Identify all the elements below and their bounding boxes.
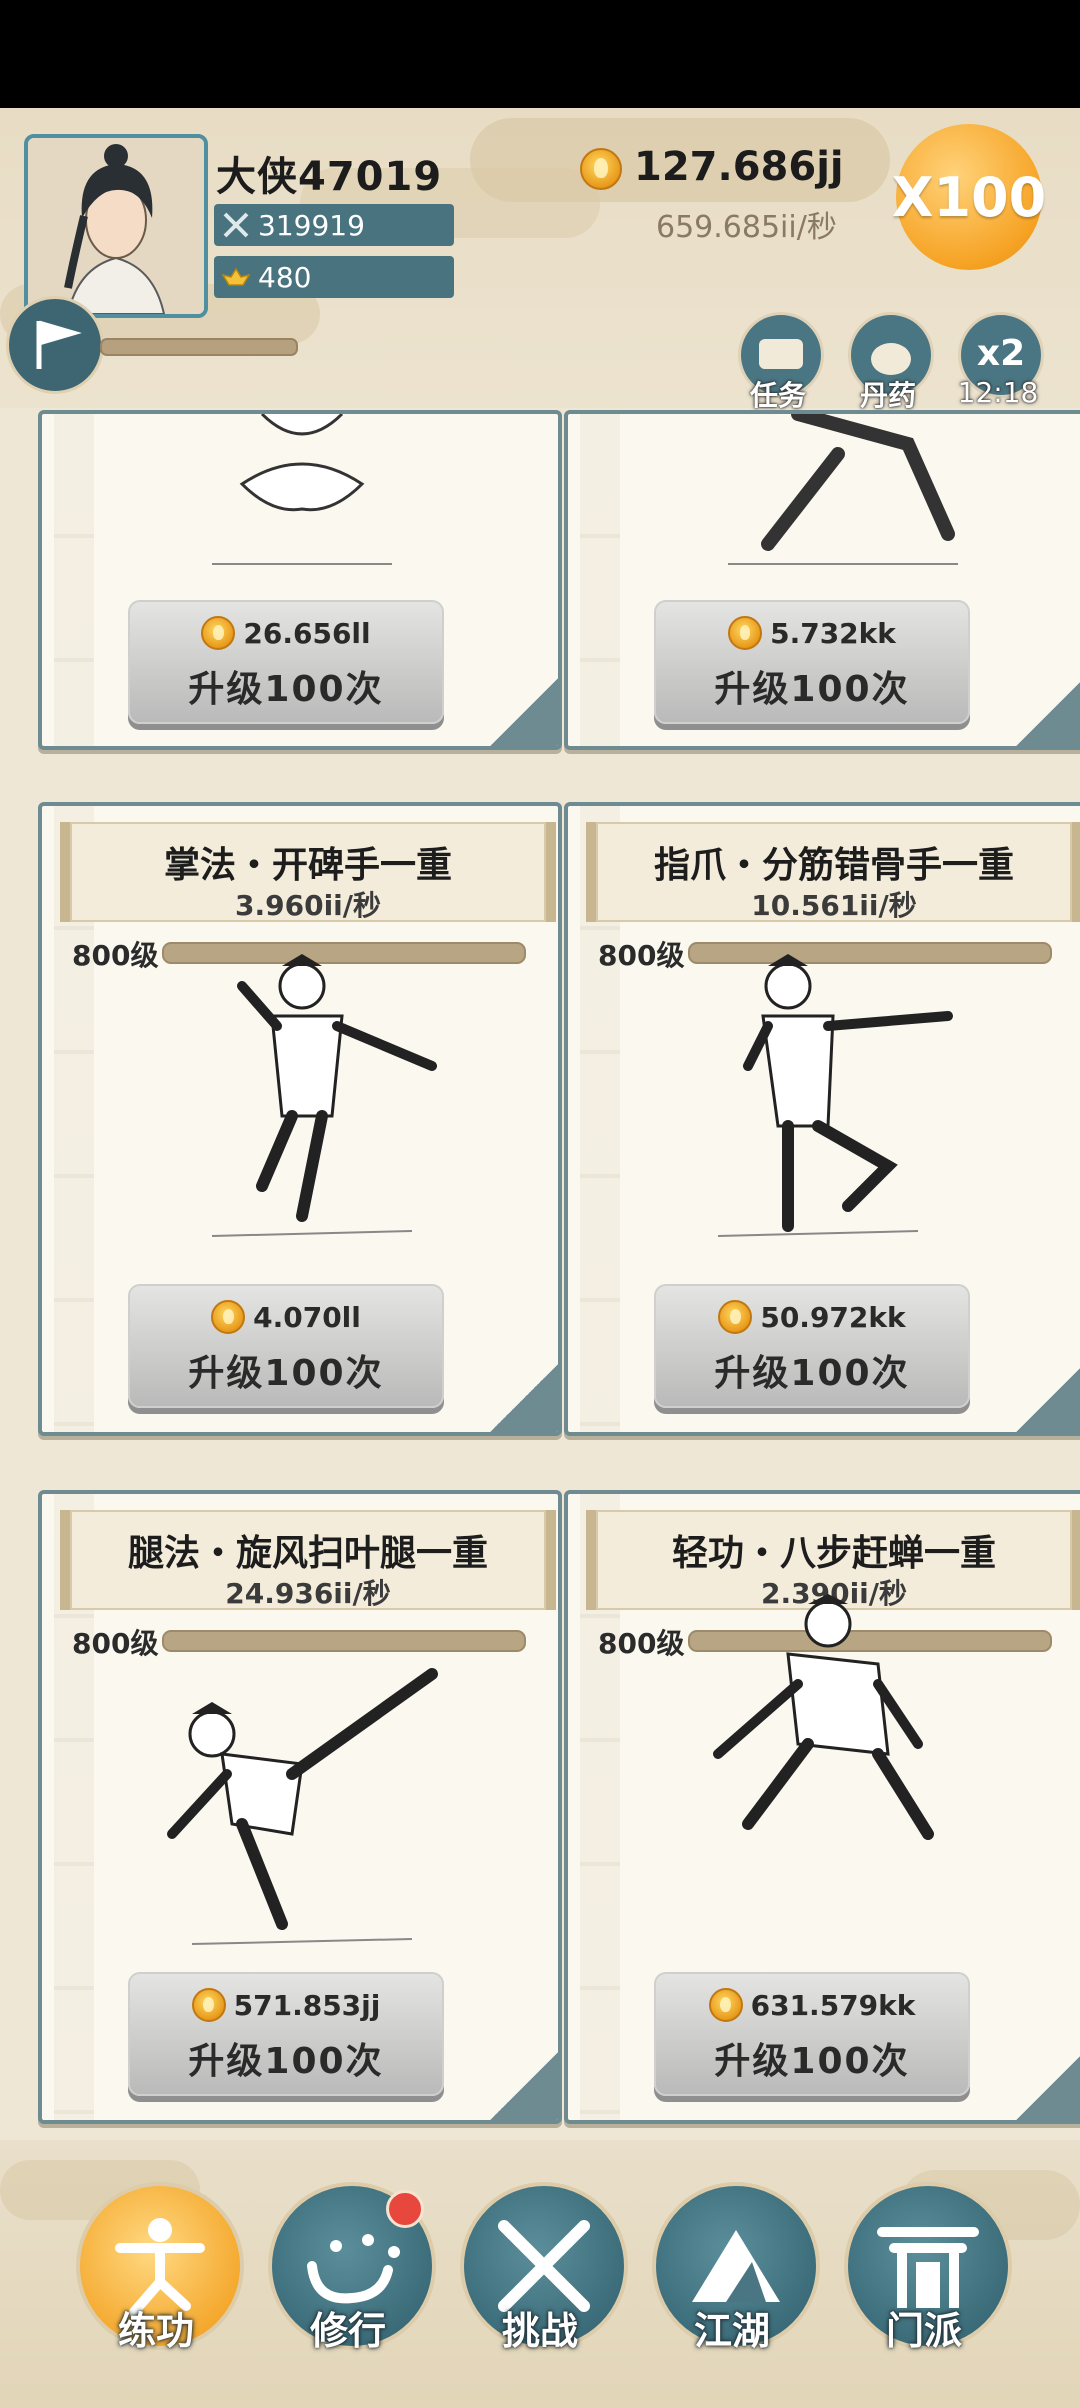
palm-strike-figure xyxy=(211,954,437,1237)
x2-label: x2 xyxy=(976,333,1026,374)
upgrade-label: 升级100次 xyxy=(714,2041,910,2082)
nav-challenge-label: 挑战 xyxy=(501,2309,578,2353)
notification-dot xyxy=(386,2190,424,2228)
multiplier-x100-button[interactable]: X100 xyxy=(892,124,1046,270)
upgrade-cost: 4.070ll xyxy=(253,1300,361,1334)
skill-card[interactable]: 指爪・分筋错骨手一重 10.561ii/秒 800级 50.972kk 升级10… xyxy=(564,802,1080,1436)
upgrade-button[interactable]: 5.732kk 升级100次 xyxy=(654,600,970,724)
sect-flag-badge[interactable] xyxy=(6,296,104,394)
nav-practice-label: 练功 xyxy=(117,2309,194,2353)
skill-name: 轻功・八步赶蝉一重 xyxy=(671,1533,996,1574)
upgrade-label: 升级100次 xyxy=(714,669,910,710)
skill-title-scroll: 腿法・旋风扫叶腿一重 24.936ii/秒 xyxy=(60,1510,556,1610)
skill-card[interactable]: 5.732kk 升级100次 xyxy=(564,410,1080,750)
gold-ingot-icon xyxy=(214,256,258,298)
skill-name: 腿法・旋风扫叶腿一重 xyxy=(127,1533,488,1574)
skill-card[interactable]: 轻功・八步赶蝉一重 2.390ii/秒 800级 631.579kk 升级100… xyxy=(564,1490,1080,2124)
upgrade-cost: 631.579kk xyxy=(750,1988,916,2022)
combat-power-value: 319919 xyxy=(258,208,365,242)
skill-name: 指爪・分筋错骨手一重 xyxy=(653,845,1014,886)
tasks-label: 任务 xyxy=(749,379,806,412)
upgrade-button[interactable]: 4.070ll 升级100次 xyxy=(128,1284,444,1408)
combat-power: 319919 xyxy=(214,204,454,246)
lunge-figure xyxy=(728,414,958,565)
gold-coin-icon xyxy=(211,1300,246,1334)
x2-timer: 12:18 xyxy=(957,376,1039,409)
upgrade-button[interactable]: 50.972kk 升级100次 xyxy=(654,1284,970,1408)
leaping-figure xyxy=(713,1594,934,1840)
ingots-value: 480 xyxy=(258,260,312,294)
ingots: 480 xyxy=(214,256,454,298)
gold-coin-icon xyxy=(718,1300,753,1334)
player-name: 大侠47019 xyxy=(216,154,443,200)
gold-coin-icon xyxy=(708,1988,743,2022)
skill-title-scroll: 掌法・开碑手一重 3.960ii/秒 xyxy=(60,822,556,922)
high-kick-figure xyxy=(167,1668,438,1945)
upgrade-button[interactable]: 631.579kk 升级100次 xyxy=(654,1972,970,2096)
skill-name: 掌法・开碑手一重 xyxy=(163,845,452,886)
skill-title-scroll: 指爪・分筋错骨手一重 10.561ii/秒 xyxy=(586,822,1080,922)
skill-rate: 10.561ii/秒 xyxy=(751,889,917,922)
gold-coin-icon xyxy=(201,616,236,650)
upgrade-label: 升级100次 xyxy=(188,2041,384,2082)
experience-bar xyxy=(100,338,298,356)
upgrade-button[interactable]: 26.656ll 升级100次 xyxy=(128,600,444,724)
gold-amount: 127.686jj xyxy=(634,144,844,190)
skill-rate: 3.960ii/秒 xyxy=(235,889,381,922)
upgrade-cost: 50.972kk xyxy=(760,1300,906,1334)
skill-card[interactable]: 26.656ll 升级100次 xyxy=(38,410,562,750)
gold-coin-icon xyxy=(580,148,622,190)
skill-card[interactable]: 腿法・旋风扫叶腿一重 24.936ii/秒 800级 571.853jj 升级1… xyxy=(38,1490,562,2124)
nav-sect-label: 门派 xyxy=(885,2309,962,2353)
upgrade-label: 升级100次 xyxy=(188,669,384,710)
upgrade-button[interactable]: 571.853jj 升级100次 xyxy=(128,1972,444,2096)
skill-rate: 24.936ii/秒 xyxy=(225,1577,391,1610)
crossed-swords-icon xyxy=(214,204,258,246)
gold-rate: 659.685ii/秒 xyxy=(656,210,837,245)
upgrade-cost: 5.732kk xyxy=(770,616,896,650)
claw-strike-figure xyxy=(717,954,953,1237)
upgrade-label: 升级100次 xyxy=(714,1353,910,1394)
upgrade-cost: 26.656ll xyxy=(243,616,371,650)
skill-card[interactable]: 掌法・开碑手一重 3.960ii/秒 800级 4.070ll 升级100次 xyxy=(38,802,562,1436)
level-progress-bar xyxy=(162,1630,526,1652)
gold-coin-icon xyxy=(191,1988,226,2022)
nav-jianghu-label: 江湖 xyxy=(693,2309,770,2353)
upgrade-cost: 571.853jj xyxy=(233,1988,381,2022)
upgrade-label: 升级100次 xyxy=(188,1353,384,1394)
meditating-figure xyxy=(212,414,392,565)
nav-cultivate-label: 修行 xyxy=(309,2309,386,2353)
status-bar xyxy=(0,0,1080,108)
player-avatar[interactable] xyxy=(24,134,208,318)
pills-label: 丹药 xyxy=(859,379,916,412)
gold-coin-icon xyxy=(728,616,763,650)
